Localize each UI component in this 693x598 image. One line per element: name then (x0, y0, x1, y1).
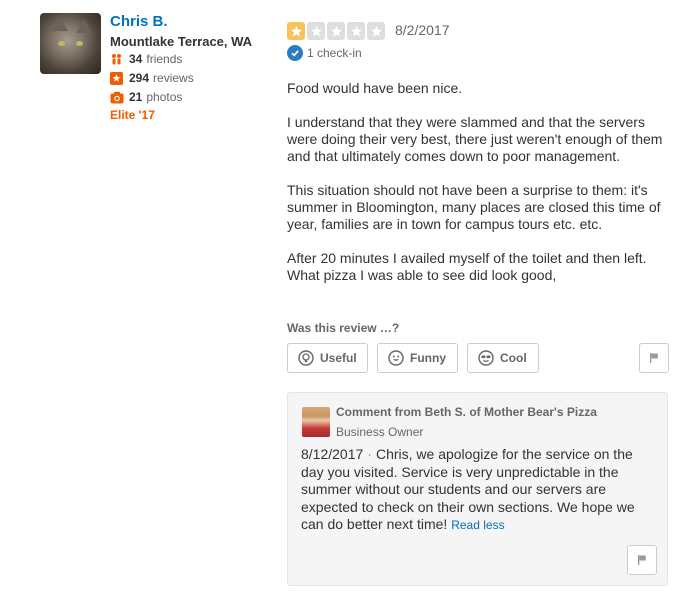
avatar-eye (58, 41, 65, 46)
flag-icon (648, 352, 660, 364)
friends-stat: 34 friends (110, 52, 182, 66)
user-name-link[interactable]: Chris B. (110, 13, 168, 30)
checkin-badge-icon (287, 45, 303, 61)
star-rating (287, 22, 385, 40)
flag-icon (636, 554, 648, 566)
review-paragraph: After 20 minutes I availed myself of the… (287, 250, 647, 283)
review-paragraph: This situation should not have been a su… (287, 182, 661, 232)
photos-label: photos (146, 90, 183, 104)
cool-button[interactable]: Cool (467, 343, 539, 373)
reviews-label: reviews (153, 71, 194, 85)
user-avatar[interactable] (40, 13, 101, 74)
checkin-count: 1 check-in (307, 46, 362, 60)
user-location: Mountlake Terrace, WA (110, 34, 253, 49)
star-icon (307, 22, 325, 40)
funny-button[interactable]: Funny (377, 343, 458, 373)
useful-label: Useful (320, 351, 357, 365)
checkin-info: 1 check-in (287, 45, 362, 61)
comment-separator: · (367, 446, 372, 462)
friends-label: friends (146, 52, 183, 66)
useful-button[interactable]: Useful (287, 343, 368, 373)
friends-count: 34 (129, 52, 143, 66)
review-date: 8/2/2017 (395, 22, 450, 38)
comment-role: Business Owner (336, 425, 424, 439)
read-less-link[interactable]: Read less (451, 518, 504, 532)
smiley-icon (388, 350, 404, 366)
sunglasses-icon (478, 350, 494, 366)
funny-label: Funny (410, 351, 446, 365)
star-icon (287, 22, 305, 40)
owner-avatar[interactable] (302, 407, 330, 437)
flag-review-button[interactable] (639, 343, 669, 373)
flag-comment-button[interactable] (627, 545, 657, 575)
reviews-count: 294 (129, 71, 150, 85)
owner-comment: Comment from Beth S. of Mother Bear's Pi… (287, 392, 668, 586)
vote-question: Was this review …? (287, 321, 400, 335)
star-icon (327, 22, 345, 40)
avatar-ear (52, 17, 68, 31)
review-paragraph: I understand that they were slammed and … (287, 114, 663, 164)
star-icon (367, 22, 385, 40)
comment-date: 8/12/2017 (301, 446, 364, 462)
photos-count: 21 (129, 90, 143, 104)
elite-badge[interactable]: Elite '17 (110, 108, 155, 122)
comment-title: Comment from Beth S. of Mother Bear's Pi… (336, 405, 597, 419)
cool-label: Cool (500, 351, 527, 365)
reviews-stat: 294 reviews (110, 71, 194, 85)
star-badge-icon (110, 71, 123, 85)
avatar-ear (76, 19, 92, 33)
comment-body: 8/12/2017 · Chris, we apologize for the se… (301, 446, 651, 535)
avatar-eye (76, 41, 83, 46)
friends-icon (110, 53, 123, 66)
star-icon (347, 22, 365, 40)
review-body: Food would have been nice. I understand … (287, 80, 672, 301)
lightbulb-icon (298, 350, 314, 366)
review-paragraph: Food would have been nice. (287, 80, 463, 96)
photos-stat: 21 photos (110, 90, 182, 104)
camera-icon (110, 91, 124, 104)
